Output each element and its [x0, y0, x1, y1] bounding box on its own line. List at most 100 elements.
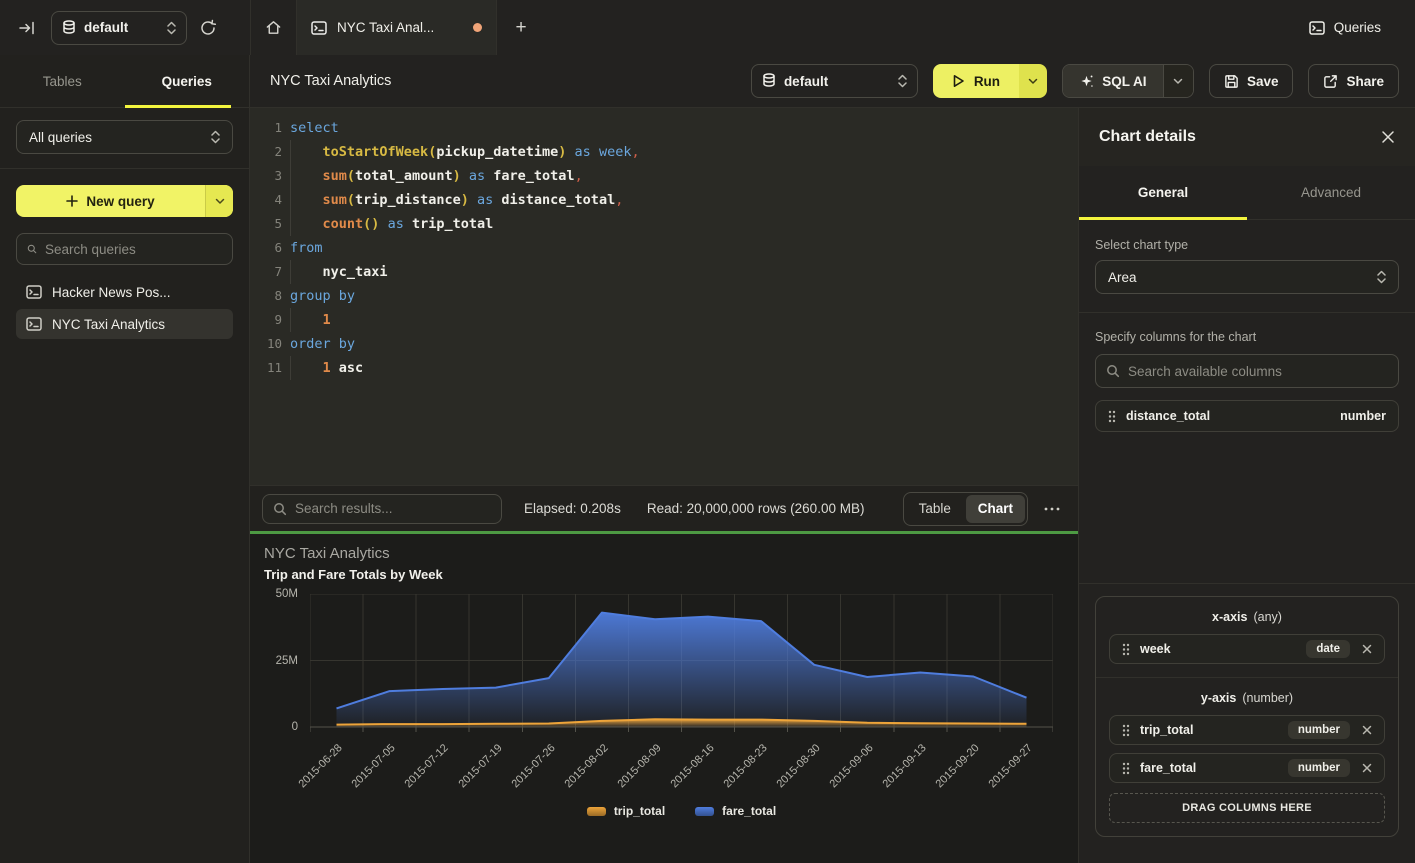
panel-divider-bottom [1079, 583, 1415, 584]
topbar-database-value: default [84, 20, 128, 35]
chart-type-select[interactable]: Area [1095, 260, 1399, 294]
home-tab[interactable] [250, 0, 297, 55]
sidebar-tab-queries[interactable]: Queries [125, 55, 250, 107]
updown-chevron-icon [167, 21, 176, 35]
axes-box: x-axis(any) week date y-axis(number) [1095, 596, 1399, 837]
collapse-sidebar-button[interactable] [18, 19, 36, 37]
remove-column-button[interactable] [1360, 644, 1374, 654]
line-number: 8 [250, 284, 282, 308]
drag-columns-target[interactable]: DRAG COLUMNS HERE [1109, 793, 1385, 823]
editor-line: 5 count() as trip_total [250, 212, 1078, 236]
editor-line: 10 order by [250, 332, 1078, 356]
drag-handle-icon[interactable] [1122, 643, 1130, 656]
unsaved-dot [473, 23, 482, 32]
line-code: nyc_taxi [290, 260, 1078, 284]
topbar-database-select[interactable]: default [51, 11, 187, 45]
line-code: sum(trip_distance) as distance_total, [290, 188, 1078, 212]
line-number: 10 [250, 332, 282, 356]
panel-title: Chart details [1099, 128, 1196, 146]
y-axis-label: y-axis [1201, 691, 1236, 705]
available-column-item[interactable]: distance_total number [1095, 400, 1399, 432]
sidebar: Tables Queries All queries New query [0, 55, 250, 863]
search-icon [1106, 364, 1120, 378]
database-icon [62, 20, 76, 36]
remove-column-button[interactable] [1360, 763, 1374, 773]
results-search [262, 494, 502, 524]
queries-filter-select[interactable]: All queries [16, 120, 233, 154]
save-button[interactable]: Save [1209, 64, 1294, 98]
read-stat: Read: 20,000,000 rows (260.00 MB) [647, 501, 865, 516]
columns-search-input[interactable] [1128, 364, 1388, 379]
new-query-main[interactable]: New query [16, 185, 205, 217]
editor-line: 2 toStartOfWeek(pickup_datetime) as week… [250, 140, 1078, 164]
tab-strip: NYC Taxi Anal... + [250, 0, 1309, 55]
query-list-item[interactable]: Hacker News Pos... [16, 277, 233, 307]
axis-column-type-badge: date [1306, 640, 1350, 658]
collapse-icon [18, 19, 36, 37]
sidebar-tab-tables[interactable]: Tables [0, 55, 125, 107]
new-query-dropdown[interactable] [205, 185, 233, 217]
editor-line: 1 select [250, 116, 1078, 140]
editor-line: 6 from [250, 236, 1078, 260]
chevron-down-icon [1028, 78, 1038, 85]
editor-line: 9 1 [250, 308, 1078, 332]
more-options-button[interactable] [1036, 507, 1068, 511]
table-view-button[interactable]: Table [906, 495, 964, 523]
results-search-input[interactable] [295, 501, 491, 516]
y-axis-tick-label: 25M [276, 655, 298, 667]
queries-filter-value: All queries [29, 130, 92, 145]
tab-advanced[interactable]: Advanced [1247, 166, 1415, 219]
new-query-button[interactable]: New query [16, 185, 233, 217]
tab-title: NYC Taxi Anal... [337, 20, 434, 35]
query-search-input[interactable] [45, 242, 222, 257]
run-button-group: Run [933, 64, 1047, 98]
chart-view-button[interactable]: Chart [966, 495, 1025, 523]
line-number: 2 [250, 140, 282, 164]
drag-handle-icon[interactable] [1108, 410, 1116, 423]
top-bar-left: default [0, 11, 250, 45]
results-toolbar: Elapsed: 0.208s Read: 20,000,000 rows (2… [250, 485, 1078, 531]
panel-divider [1079, 312, 1415, 313]
axis-column-item[interactable]: fare_total number [1109, 753, 1385, 783]
sql-ai-button[interactable]: SQL AI [1063, 65, 1163, 97]
run-database-select[interactable]: default [751, 64, 918, 98]
legend-item[interactable]: trip_total [587, 804, 665, 818]
run-button[interactable]: Run [933, 64, 1019, 98]
queries-button[interactable]: Queries [1309, 20, 1381, 35]
axis-column-item[interactable]: week date [1109, 634, 1385, 664]
updown-chevron-icon [1377, 270, 1386, 284]
chart-ylabels: 025M50M [250, 594, 304, 727]
line-number: 11 [250, 356, 282, 380]
drag-handle-icon[interactable] [1122, 762, 1130, 775]
active-query-tab[interactable]: NYC Taxi Anal... [297, 0, 497, 55]
terminal-icon [26, 285, 42, 299]
share-icon [1323, 74, 1338, 89]
line-number: 7 [250, 260, 282, 284]
legend-item[interactable]: fare_total [695, 804, 776, 818]
query-header: NYC Taxi Analytics default [250, 55, 1415, 108]
query-list-item[interactable]: NYC Taxi Analytics [16, 309, 233, 339]
play-icon [952, 74, 965, 88]
editor-lines: 1 select 2 toStartOfWeek(pickup_datetime… [250, 116, 1078, 380]
run-database-value: default [784, 74, 828, 89]
tab-general[interactable]: General [1079, 166, 1247, 219]
axis-column-item[interactable]: trip_total number [1109, 715, 1385, 745]
remove-column-button[interactable] [1360, 725, 1374, 735]
close-panel-button[interactable] [1381, 130, 1395, 144]
sql-ai-options-button[interactable] [1163, 65, 1193, 97]
columns-search [1095, 354, 1399, 388]
sql-editor[interactable]: 1 select 2 toStartOfWeek(pickup_datetime… [250, 108, 1078, 485]
search-icon [273, 502, 287, 516]
editor-line: 4 sum(trip_distance) as distance_total, [250, 188, 1078, 212]
refresh-button[interactable] [199, 19, 217, 37]
new-tab-button[interactable]: + [497, 0, 545, 55]
axis-column-name: fare_total [1140, 761, 1196, 775]
run-options-button[interactable] [1019, 64, 1047, 98]
chart-details-panel: Chart details General Advanced Select ch… [1078, 108, 1415, 863]
line-code: 1 [290, 308, 1078, 332]
legend-swatch [695, 807, 714, 816]
drag-handle-icon[interactable] [1122, 724, 1130, 737]
axis-column-name: trip_total [1140, 723, 1193, 737]
share-button[interactable]: Share [1308, 64, 1399, 98]
legend-label: trip_total [614, 804, 665, 818]
